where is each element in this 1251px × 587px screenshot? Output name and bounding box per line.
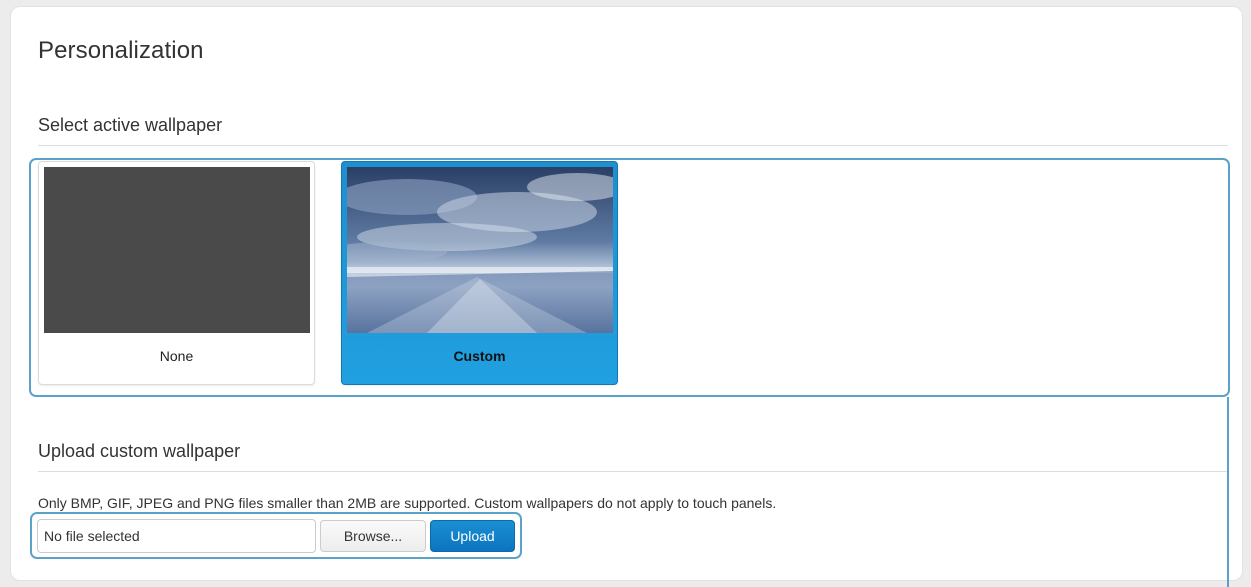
upload-divider: [38, 471, 1228, 472]
upload-section-title: Upload custom wallpaper: [38, 441, 241, 461]
upload-button[interactable]: Upload: [430, 520, 515, 552]
wallpaper-option-none[interactable]: None: [38, 161, 315, 385]
wallpaper-option-custom[interactable]: Custom: [341, 161, 618, 385]
highlight-connector-line: [1227, 397, 1229, 587]
upload-hint-text: Only BMP, GIF, JPEG and PNG files smalle…: [38, 495, 777, 511]
browse-button[interactable]: Browse...: [320, 520, 426, 552]
wallpaper-thumbnail-none: [44, 167, 310, 333]
wallpaper-divider: [38, 145, 1228, 146]
wallpaper-option-label: None: [159, 348, 194, 364]
wallpaper-option-label: Custom: [453, 348, 506, 364]
file-path-input[interactable]: No file selected: [37, 519, 316, 553]
wallpaper-thumbnail-custom: [347, 167, 613, 333]
page-title: Personalization: [38, 37, 204, 64]
personalization-panel: Personalization Select active wallpaper …: [10, 6, 1243, 587]
wallpaper-section-title: Select active wallpaper: [38, 115, 223, 135]
